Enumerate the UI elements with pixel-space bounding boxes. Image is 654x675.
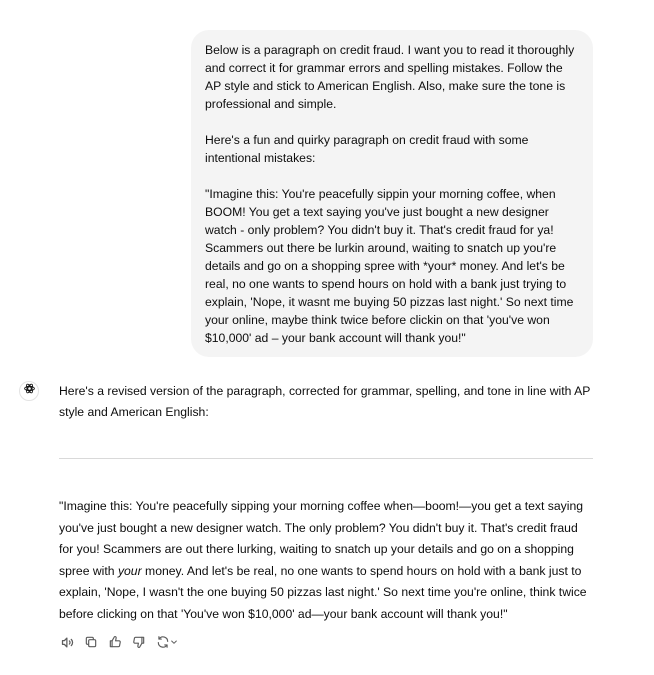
read-aloud-button[interactable] — [58, 633, 76, 651]
user-message-paragraph: "Imagine this: You're peacefully sippin … — [205, 187, 574, 345]
bad-response-button[interactable] — [130, 633, 148, 651]
divider — [59, 458, 593, 459]
copy-button[interactable] — [82, 633, 100, 651]
message-action-bar — [58, 633, 180, 651]
revised-paragraph: "Imagine this: You're peacefully sipping… — [59, 496, 593, 625]
thumbs-up-icon — [108, 635, 122, 649]
revised-emphasis: your — [117, 563, 142, 578]
chat-thread: Below is a paragraph on credit fraud. I … — [0, 0, 654, 675]
good-response-button[interactable] — [106, 633, 124, 651]
regenerate-button[interactable] — [154, 633, 180, 651]
chevron-down-icon — [170, 638, 178, 646]
regenerate-icon — [156, 635, 170, 649]
copy-icon — [84, 635, 98, 649]
user-message-paragraph: Here's a fun and quirky paragraph on cre… — [205, 133, 529, 165]
user-message-paragraph: Below is a paragraph on credit fraud. I … — [205, 43, 575, 111]
thumbs-down-icon — [132, 635, 146, 649]
assistant-avatar — [19, 381, 39, 401]
openai-logo-icon — [23, 382, 36, 400]
speaker-icon — [60, 635, 75, 650]
assistant-message: Here's a revised version of the paragrap… — [59, 381, 595, 423]
assistant-intro: Here's a revised version of the paragrap… — [59, 384, 591, 419]
user-message-bubble: Below is a paragraph on credit fraud. I … — [191, 30, 593, 357]
